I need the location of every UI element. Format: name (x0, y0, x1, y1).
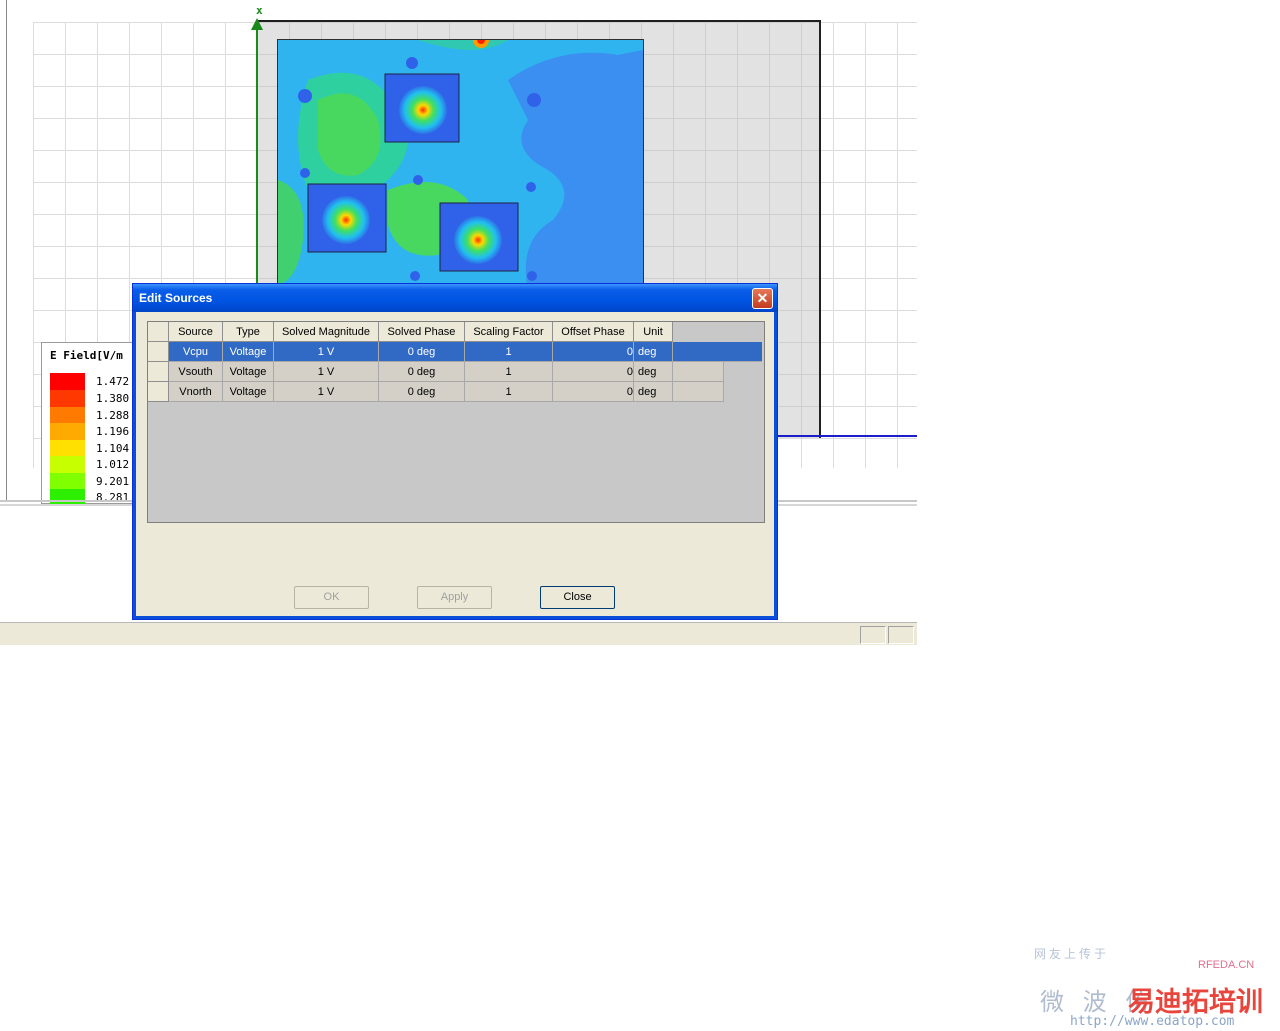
cell-scaling-factor[interactable]: 1 (465, 342, 553, 362)
legend-entry: 1.472 (50, 373, 142, 390)
status-pane (860, 626, 886, 644)
cell-type[interactable]: Voltage (223, 382, 274, 402)
ok-button[interactable]: OK (294, 586, 369, 609)
close-button[interactable]: Close (540, 586, 615, 609)
legend-entry: 1.104 (50, 440, 142, 457)
table-row[interactable]: Vsouth Voltage 1 V 0 deg 1 0 deg (148, 362, 724, 382)
cell-solved-phase[interactable]: 0 deg (379, 382, 465, 402)
cell-source[interactable]: Vsouth (169, 362, 223, 382)
legend-swatch (50, 373, 85, 390)
edit-sources-dialog: Edit Sources ✕ Source Type Solved Magnit… (132, 283, 778, 620)
cell-scaling-factor[interactable]: 1 (465, 362, 553, 382)
column-header-scaling-factor[interactable]: Scaling Factor (465, 322, 553, 342)
legend-title: E Field[V/m (50, 349, 123, 362)
axis-label: x (256, 4, 263, 17)
sources-grid[interactable]: Source Type Solved Magnitude Solved Phas… (147, 321, 765, 523)
panel-divider (6, 0, 7, 500)
watermark-url: http://www.edatop.com (1070, 1014, 1235, 1029)
close-icon[interactable]: ✕ (752, 288, 773, 309)
cell-solved-phase[interactable]: 0 deg (379, 342, 465, 362)
legend-entry: 1.380 (50, 390, 142, 407)
legend-entry: 9.201 (50, 473, 142, 490)
column-header-offset-phase[interactable]: Offset Phase (553, 322, 634, 342)
apply-button[interactable]: Apply (417, 586, 492, 609)
watermark: 网友上传于 RFEDA.CN 微 波 仿 易迪拓培训 http://www.ed… (1030, 942, 1280, 1031)
legend-entry: 1.288 (50, 407, 142, 424)
status-pane (888, 626, 914, 644)
cell-type[interactable]: Voltage (223, 362, 274, 382)
corner-header[interactable] (148, 322, 169, 342)
cell-unit[interactable]: deg (634, 342, 673, 362)
dialog-titlebar[interactable]: Edit Sources ✕ (133, 284, 777, 312)
row-header[interactable] (148, 362, 169, 382)
cell-solved-magnitude[interactable]: 1 V (274, 362, 379, 382)
legend-entry: 8.281 (50, 489, 142, 506)
dialog-title: Edit Sources (139, 291, 213, 305)
table-row[interactable]: Vnorth Voltage 1 V 0 deg 1 0 deg (148, 382, 724, 402)
column-header-solved-magnitude[interactable]: Solved Magnitude (274, 322, 379, 342)
cell-offset-phase[interactable]: 0 (553, 382, 634, 402)
cell-scaling-factor[interactable]: 1 (465, 382, 553, 402)
status-bar (0, 622, 917, 645)
legend-entry: 1.012 (50, 456, 142, 473)
watermark-text: RFEDA.CN (1198, 959, 1255, 971)
legend-swatch (50, 423, 85, 440)
cell-offset-phase[interactable]: 0 (553, 362, 634, 382)
cell-type[interactable]: Voltage (223, 342, 274, 362)
cell-unit[interactable]: deg (634, 382, 673, 402)
column-header-source[interactable]: Source (169, 322, 223, 342)
cell-solved-magnitude[interactable]: 1 V (274, 382, 379, 402)
cell-source[interactable]: Vnorth (169, 382, 223, 402)
grid-header: Source Type Solved Magnitude Solved Phas… (148, 322, 673, 342)
legend-swatch (50, 473, 85, 490)
legend-swatch (50, 390, 85, 407)
row-header[interactable] (148, 382, 169, 402)
cell-offset-phase[interactable]: 0 (553, 342, 634, 362)
axis-arrow-icon (251, 18, 263, 30)
cell-source[interactable]: Vcpu (169, 342, 223, 362)
table-row[interactable]: Vcpu Voltage 1 V 0 deg 1 0 deg (148, 342, 762, 362)
column-header-unit[interactable]: Unit (634, 322, 673, 342)
column-header-type[interactable]: Type (223, 322, 274, 342)
legend-swatch (50, 407, 85, 424)
e-field-plot (277, 39, 644, 291)
row-header[interactable] (148, 342, 169, 362)
legend-entry: 1.196 (50, 423, 142, 440)
column-header-solved-phase[interactable]: Solved Phase (379, 322, 465, 342)
cell-solved-phase[interactable]: 0 deg (379, 362, 465, 382)
legend-swatch (50, 456, 85, 473)
cell-unit[interactable]: deg (634, 362, 673, 382)
watermark-text: 网友上传于 (1034, 947, 1110, 961)
field-legend: E Field[V/m 1.472 1.380 1.288 1.196 1.10… (41, 342, 143, 506)
cell-solved-magnitude[interactable]: 1 V (274, 342, 379, 362)
legend-swatch (50, 440, 85, 457)
